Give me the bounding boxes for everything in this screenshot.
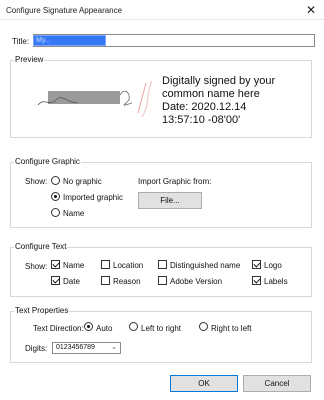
checkbox-distinguished-name-label[interactable]: Distinguished name [170, 261, 240, 270]
checkbox-location-label[interactable]: Location [113, 261, 143, 270]
cancel-button[interactable]: Cancel [243, 375, 311, 392]
radio-direction-ltr-label[interactable]: Left to right [141, 324, 181, 333]
ok-button[interactable]: OK [170, 375, 238, 392]
close-icon[interactable]: ✕ [304, 3, 318, 17]
radio-imported-graphic-label[interactable]: Imported graphic [63, 193, 123, 202]
checkbox-date-label[interactable]: Date [63, 277, 80, 286]
checkbox-labels-label[interactable]: Labels [264, 277, 288, 286]
signature-text: Digitally signed by your common name her… [162, 75, 302, 127]
graphic-show-label: Show: [25, 177, 48, 186]
text-properties-label: Text Properties [14, 306, 70, 315]
checkbox-name-label[interactable]: Name [63, 261, 84, 270]
radio-direction-auto[interactable] [84, 322, 93, 331]
digits-select[interactable]: 0123456789 ⌄ [52, 342, 121, 354]
logo-watermark [141, 80, 153, 118]
configure-text-label: Configure Text [14, 242, 68, 251]
text-properties-group [10, 311, 312, 363]
signature-graphic [37, 80, 153, 118]
signature-stroke [119, 90, 133, 106]
radio-no-graphic[interactable] [51, 176, 60, 185]
radio-imported-graphic[interactable] [51, 192, 60, 201]
digits-label: Digits: [25, 344, 48, 353]
checkbox-name[interactable] [51, 260, 60, 269]
radio-direction-rtl[interactable] [199, 322, 208, 331]
configure-graphic-label: Configure Graphic [14, 157, 81, 166]
radio-direction-ltr[interactable] [129, 322, 138, 331]
signature-line: Date: 2020.12.14 [162, 101, 247, 113]
checkbox-reason[interactable] [101, 276, 110, 285]
radio-direction-rtl-label[interactable]: Right to left [211, 324, 251, 333]
checkbox-adobe-version[interactable] [158, 276, 167, 285]
signature-line: common name here [162, 88, 260, 100]
configure-text-group [10, 247, 312, 297]
text-direction-label: Text Direction: [33, 324, 84, 333]
radio-name-label[interactable]: Name [63, 209, 84, 218]
checkbox-labels[interactable] [252, 276, 261, 285]
file-button[interactable]: File... [138, 192, 202, 209]
radio-no-graphic-label[interactable]: No graphic [63, 177, 102, 186]
title-bar: Configure Signature Appearance ✕ [0, 0, 324, 20]
signature-line: Digitally signed by your [162, 75, 276, 87]
text-show-label: Show: [25, 262, 48, 271]
chevron-down-icon: ⌄ [111, 344, 117, 351]
radio-direction-auto-label[interactable]: Auto [96, 324, 112, 333]
preview-group-label: Preview [14, 55, 45, 64]
radio-name[interactable] [51, 208, 60, 217]
window-title: Configure Signature Appearance [6, 6, 123, 15]
checkbox-adobe-version-label[interactable]: Adobe Version [170, 277, 222, 286]
title-label: Title: [12, 37, 30, 46]
checkbox-logo-label[interactable]: Logo [264, 261, 282, 270]
checkbox-date[interactable] [51, 276, 60, 285]
redacted-signature [48, 91, 120, 104]
checkbox-location[interactable] [101, 260, 110, 269]
checkbox-reason-label[interactable]: Reason [113, 277, 141, 286]
checkbox-distinguished-name[interactable] [158, 260, 167, 269]
title-input-selection: My... [33, 35, 106, 46]
title-input-value: My... [36, 37, 51, 44]
logo-watermark [137, 82, 147, 114]
digits-select-value: 0123456789 [56, 344, 95, 351]
checkbox-logo[interactable] [252, 260, 261, 269]
signature-line: 13:57:10 -08'00' [162, 114, 241, 126]
import-graphic-label: Import Graphic from: [138, 177, 212, 186]
